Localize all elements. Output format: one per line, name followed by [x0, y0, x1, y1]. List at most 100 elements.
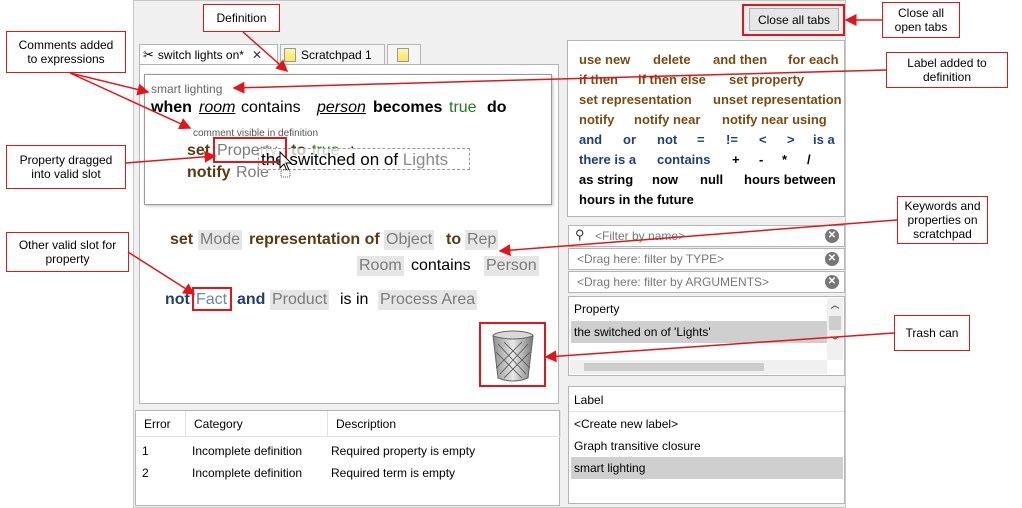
highlight-fact-slot	[192, 287, 232, 311]
scratch-process-area-slot[interactable]: Process Area	[378, 290, 478, 310]
drag-switched-on: switched on of	[289, 150, 399, 169]
horizontal-scrollbar[interactable]	[570, 360, 827, 374]
scroll-thumb[interactable]	[829, 316, 841, 330]
clear-icon[interactable]: ✕	[825, 275, 839, 289]
callout-text: Comments added to expressions	[18, 38, 114, 66]
scratch-object-slot[interactable]: Object	[384, 230, 435, 250]
scratch-room-slot[interactable]: Room	[357, 256, 404, 276]
tab-new[interactable]	[387, 44, 421, 64]
name-filter-input[interactable]: ⚲ <Filter by name> ✕	[568, 225, 845, 247]
notify-keyword[interactable]: notify	[187, 163, 231, 183]
kw-notify[interactable]: notify	[579, 112, 614, 128]
args-filter-placeholder: <Drag here: filter by ARGUMENTS>	[577, 275, 770, 289]
kw-divide[interactable]: /	[807, 152, 811, 168]
callout-label-added: Label added to definition	[886, 52, 1008, 88]
scroll-up-icon[interactable]: ︿	[827, 298, 843, 312]
scratch-is-in: is in	[340, 291, 369, 308]
callout-text: Definition	[216, 11, 267, 25]
tab-scratchpad-1[interactable]: Scratchpad 1	[280, 44, 385, 64]
kw-notify-near[interactable]: notify near	[634, 112, 700, 128]
set-keyword[interactable]: set	[187, 141, 210, 161]
kw-if-then-else[interactable]: if then else	[638, 72, 706, 88]
clear-icon[interactable]: ✕	[825, 252, 839, 266]
label-item[interactable]: Graph transitive closure	[574, 439, 701, 453]
label-item-create[interactable]: <Create new label>	[574, 417, 678, 431]
highlight-close-all	[742, 4, 845, 36]
label-list-header[interactable]: Label	[574, 393, 603, 407]
kw-not[interactable]: not	[657, 132, 677, 148]
kw-equals[interactable]: =	[697, 132, 705, 148]
callout-property-dragged: Property dragged into valid slot	[6, 145, 126, 189]
clear-icon[interactable]: ✕	[825, 229, 839, 243]
description-column-header[interactable]: Description	[328, 411, 561, 437]
error-row-num: 2	[142, 466, 149, 480]
error-column-header[interactable]: Error	[136, 411, 186, 437]
do-keyword[interactable]: do	[487, 98, 507, 118]
scratch-contains: contains	[411, 257, 471, 274]
h-scroll-thumb[interactable]	[584, 363, 764, 371]
scratch-and-keyword[interactable]: and	[237, 290, 265, 310]
room-variable[interactable]: room	[199, 98, 235, 118]
kw-hours-between[interactable]: hours between	[744, 172, 836, 188]
scratch-not-keyword[interactable]: not	[165, 290, 190, 310]
kw-minus[interactable]: -	[759, 152, 763, 168]
kw-set-property[interactable]: set property	[729, 72, 804, 88]
kw-contains[interactable]: contains	[657, 152, 710, 168]
property-list-header[interactable]: Property	[574, 302, 619, 316]
kw-plus[interactable]: +	[732, 152, 740, 168]
becomes-keyword[interactable]: becomes	[373, 98, 442, 118]
scratch-person-slot[interactable]: Person	[484, 256, 539, 276]
scratch-mode-slot[interactable]: Mode	[198, 230, 243, 250]
kw-there-is-a[interactable]: there is a	[579, 152, 636, 168]
kw-less-than[interactable]: <	[759, 132, 767, 148]
close-icon[interactable]: ✕	[252, 48, 262, 62]
kw-as-string[interactable]: as string	[579, 172, 633, 188]
kw-not-equals[interactable]: !=	[726, 132, 738, 148]
error-row-description: Required term is empty	[331, 466, 456, 480]
scratch-set-keyword[interactable]: set	[170, 230, 193, 250]
when-keyword[interactable]: when	[151, 98, 192, 118]
kw-null[interactable]: null	[700, 172, 723, 188]
kw-set-representation[interactable]: set representation	[579, 92, 692, 108]
kw-or[interactable]: or	[623, 132, 636, 148]
label-list: Label <Create new label> Graph transitiv…	[568, 386, 845, 504]
drag-preview: the switched on of Lights	[258, 148, 470, 170]
kw-use-new[interactable]: use new	[579, 52, 630, 68]
kw-delete[interactable]: delete	[653, 52, 691, 68]
args-filter-dropzone[interactable]: <Drag here: filter by ARGUMENTS> ✕	[568, 271, 845, 293]
scratch-rep-slot[interactable]: Rep	[465, 230, 499, 250]
kw-unset-representation[interactable]: unset representation	[713, 92, 842, 108]
callout-text: Close all open tabs	[894, 6, 948, 34]
type-filter-placeholder: <Drag here: filter by TYPE>	[577, 252, 725, 266]
property-list-item[interactable]: the switched on of 'Lights'	[571, 321, 827, 343]
scratch-representation-of[interactable]: representation of	[249, 230, 380, 250]
callout-text: Trash can	[905, 326, 959, 340]
true-value[interactable]: true	[449, 98, 477, 118]
kw-and-then[interactable]: and then	[713, 52, 767, 68]
scroll-down-icon[interactable]: ﹀	[827, 334, 843, 348]
kw-notify-near-using[interactable]: notify near using	[722, 112, 827, 128]
person-variable[interactable]: person	[317, 98, 366, 118]
tab-label: switch lights on*	[157, 48, 244, 62]
kw-hours-in-future[interactable]: hours in the future	[579, 192, 694, 208]
vertical-scrollbar[interactable]: ︿ ﹀	[827, 298, 843, 360]
search-icon: ⚲	[575, 227, 585, 242]
kw-now[interactable]: now	[652, 172, 678, 188]
tab-switch-lights-on[interactable]: ✂ switch lights on* ✕	[139, 44, 278, 65]
tools-icon: ✂	[143, 47, 154, 62]
kw-times[interactable]: *	[782, 152, 787, 168]
callout-trash-can: Trash can	[894, 315, 970, 351]
kw-if-then[interactable]: if then	[579, 72, 618, 88]
kw-is-a[interactable]: is a	[813, 132, 835, 148]
kw-for-each[interactable]: for each	[788, 52, 839, 68]
kw-and[interactable]: and	[579, 132, 602, 148]
drag-lights: Lights	[402, 150, 449, 169]
screenshot-root: Close all tabs ✂ switch lights on* ✕ Scr…	[0, 0, 1022, 508]
kw-greater-than[interactable]: >	[787, 132, 795, 148]
scratch-to-keyword[interactable]: to	[446, 230, 461, 250]
label-item-selected[interactable]: smart lighting	[571, 457, 843, 479]
scratch-product-slot[interactable]: Product	[270, 290, 330, 310]
callout-text: Property dragged into valid slot	[19, 153, 113, 181]
type-filter-dropzone[interactable]: <Drag here: filter by TYPE> ✕	[568, 248, 845, 270]
category-column-header[interactable]: Category	[186, 411, 328, 437]
